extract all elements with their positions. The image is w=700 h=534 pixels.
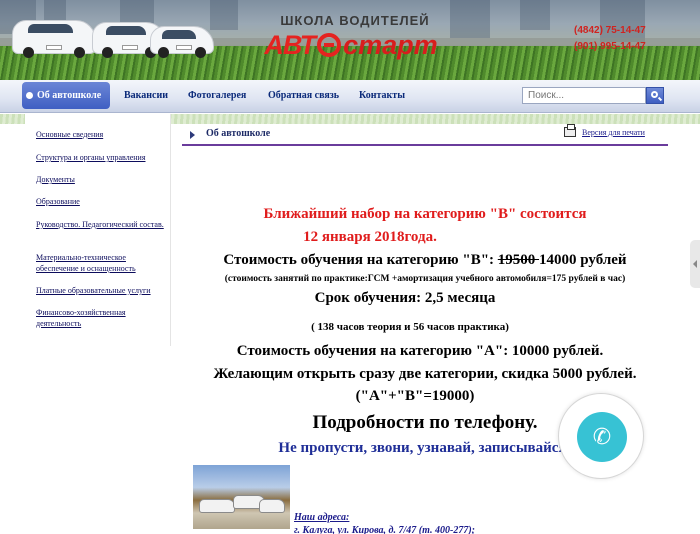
school-photo	[193, 465, 290, 529]
header-phone-2[interactable]: (901) 995-14-47	[574, 41, 694, 52]
nav-item-about-label: Об автошколе	[37, 90, 102, 101]
sidebar: Основные сведения Структура и органы упр…	[25, 114, 171, 346]
sidebar-item-structure[interactable]: Структура и органы управления	[36, 152, 164, 163]
search-input[interactable]	[522, 87, 646, 104]
address-title[interactable]: Наш адреса:	[294, 512, 349, 523]
printer-icon[interactable]	[564, 124, 576, 137]
old-price: 19500	[497, 252, 540, 268]
arrow-right-icon	[190, 131, 195, 139]
steering-wheel-icon	[317, 33, 342, 57]
logo-text-part1: АВТ	[264, 29, 316, 60]
sidebar-item-staff[interactable]: Руководство. Педагогический состав.	[36, 219, 164, 230]
discount-text: Желающим открыть сразу две категории, ск…	[213, 366, 637, 382]
price-category-a: Стоимость обучения на категорию "А": 100…	[236, 343, 604, 359]
nav-item-contacts[interactable]: Контакты	[359, 90, 405, 101]
sidebar-item-education[interactable]: Образование	[36, 196, 164, 207]
logo-subtitle: ШКОЛА ВОДИТЕЛЕЙ	[280, 13, 430, 28]
car-image	[150, 26, 214, 58]
sidebar-item-equipment[interactable]: Материально-техническое обеспечение и ос…	[36, 252, 164, 274]
address-line[interactable]: г. Калуга, ул. Кирова, д. 7/47 (т. 400-2…	[294, 525, 475, 534]
headline-enrollment: Ближайший набор на категорию "В" состоит…	[263, 206, 587, 222]
site-header: ШКОЛА ВОДИТЕЛЕЙ АВТ старт (4842) 75-14-4…	[0, 0, 700, 80]
breadcrumb: Об автошколе Версия для печати	[182, 124, 668, 146]
sidebar-item-documents[interactable]: Документы	[36, 174, 164, 185]
sidebar-item-paid-services[interactable]: Платные образовательные услуги	[36, 285, 164, 296]
search-icon	[651, 91, 658, 98]
sidebar-item-basic-info[interactable]: Основные сведения	[36, 129, 164, 140]
headline-date: 12 января 2018года.	[303, 229, 437, 245]
bullet-icon	[26, 92, 33, 99]
car-image	[12, 20, 96, 58]
practice-cost-note: (стоимость занятий по практике:ГСМ +амор…	[224, 274, 626, 284]
site-logo[interactable]: АВТ старт	[263, 30, 439, 60]
new-price: 14000 рублей	[539, 252, 627, 268]
sidebar-item-finance[interactable]: Финансово-хозяйственная деятельность	[36, 307, 164, 329]
phone-icon[interactable]: ✆	[577, 412, 627, 462]
nav-item-about[interactable]: Об автошколе	[22, 82, 110, 109]
logo-text-part2: старт	[343, 29, 438, 60]
nav-item-gallery[interactable]: Фотогалерея	[188, 90, 246, 101]
side-panel-tab[interactable]	[690, 240, 700, 288]
hours-text: ( 138 часов теория и 56 часов практика)	[311, 321, 509, 333]
print-version-link[interactable]: Версия для печати	[582, 128, 645, 137]
header-phone-1[interactable]: (4842) 75-14-47	[574, 25, 694, 36]
nav-item-feedback[interactable]: Обратная связь	[268, 90, 339, 101]
price-category-b: Стоимость обучения на категорию "В": 195…	[223, 252, 627, 268]
callback-widget[interactable]: ✆	[558, 393, 644, 479]
nav-item-vacancies[interactable]: Вакансии	[124, 90, 168, 101]
search-button[interactable]	[646, 87, 664, 104]
duration-text: Срок обучения: 2,5 месяца	[314, 290, 496, 306]
page-title: Об автошколе	[206, 128, 271, 139]
